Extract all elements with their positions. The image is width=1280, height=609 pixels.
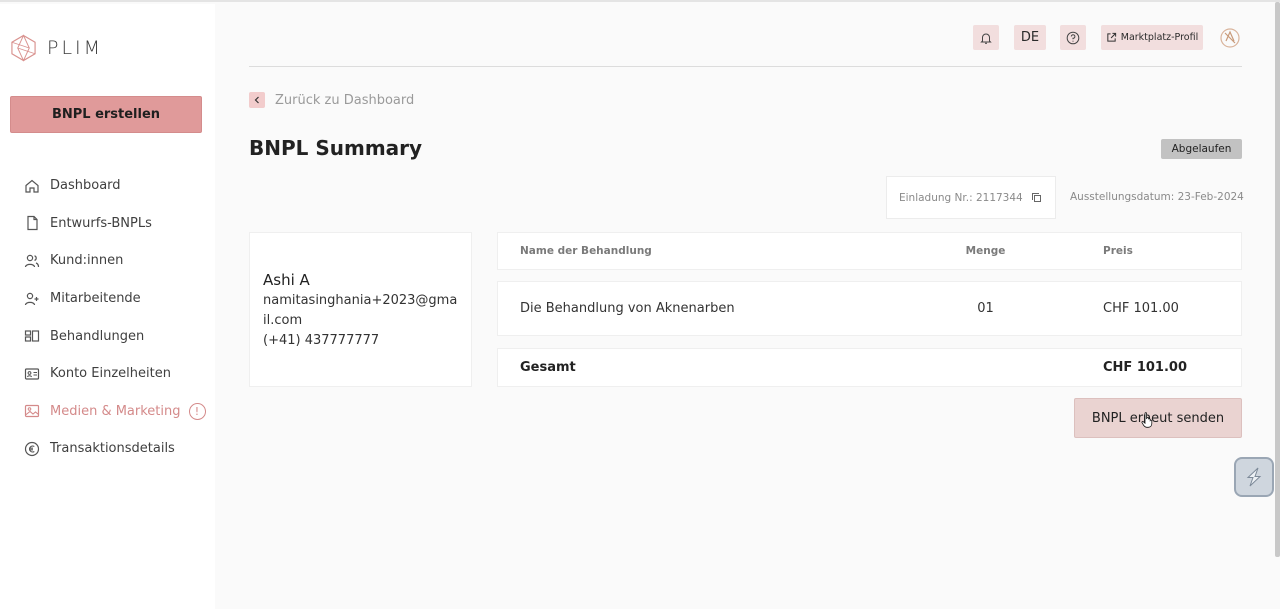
total-value: CHF 101.00 — [1103, 360, 1187, 375]
bell-icon — [980, 33, 992, 44]
avatar[interactable] — [1219, 27, 1241, 49]
sidebar-item-label: Medien & Marketing — [50, 403, 181, 419]
users-icon — [23, 252, 40, 269]
status-badge: Abgelaufen — [1161, 139, 1242, 159]
help-button[interactable] — [1060, 25, 1086, 50]
hand-cursor-icon — [1141, 412, 1153, 428]
issue-date: Ausstellungsdatum: 23-Feb-2024 — [1070, 191, 1244, 203]
back-label: Zurück zu Dashboard — [275, 92, 415, 108]
logo[interactable]: PLIM — [10, 34, 103, 62]
back-to-dashboard-link[interactable]: Zurück zu Dashboard — [249, 92, 414, 108]
invitation-number: Einladung Nr.: 2117344 — [886, 176, 1056, 219]
sidebar-item-media-marketing[interactable]: Medien & Marketing ! — [0, 393, 215, 431]
sidebar-item-label: Kund:innen — [50, 253, 124, 269]
logo-text: PLIM — [47, 37, 104, 59]
sidebar-item-customers[interactable]: Kund:innen — [0, 242, 215, 280]
top-header: DE Marktplatz-Profil — [249, 4, 1242, 67]
invitation-number-text: Einladung Nr.: 2117344 — [899, 191, 1023, 204]
document-icon — [23, 215, 40, 232]
sidebar-item-dashboard[interactable]: Dashboard — [0, 167, 215, 205]
column-header-quantity: Menge — [965, 245, 1006, 257]
user-plus-icon — [23, 290, 40, 307]
sidebar-item-label: Entwurfs-BNPLs — [50, 215, 152, 231]
marketplace-profile-button[interactable]: Marktplatz-Profil — [1101, 25, 1203, 50]
column-header-treatment: Name der Behandlung — [520, 245, 652, 257]
sidebar-item-transactions[interactable]: Transaktionsdetails — [0, 430, 215, 468]
sidebar-item-label: Mitarbeitende — [50, 291, 141, 307]
sidebar: PLIM BNPL erstellen Dashboard Entwurfs-B… — [0, 4, 215, 609]
resend-bnpl-button[interactable]: BNPL erneut senden — [1074, 398, 1242, 438]
floating-assistant-button[interactable] — [1234, 457, 1274, 497]
id-card-icon — [23, 365, 40, 382]
sidebar-nav: Dashboard Entwurfs-BNPLs Kund:innen Mita… — [0, 167, 215, 468]
sidebar-item-account-details[interactable]: Konto Einzelheiten — [0, 355, 215, 393]
plim-logo-icon — [11, 34, 36, 62]
table-header: Name der Behandlung Menge Preis — [497, 232, 1242, 270]
external-link-icon — [1107, 32, 1116, 42]
vertical-scrollbar[interactable] — [1275, 2, 1280, 557]
marketplace-profile-label: Marktplatz-Profil — [1120, 32, 1199, 43]
total-row: Gesamt CHF 101.00 — [497, 348, 1242, 387]
treatment-price: CHF 101.00 — [1103, 301, 1179, 316]
home-icon — [23, 177, 40, 194]
treatment-name: Die Behandlung von Aknenarben — [520, 301, 735, 316]
customer-card: Ashi A namitasinghania+2023@gmail.com (+… — [249, 232, 472, 387]
image-icon — [23, 403, 40, 420]
copy-icon[interactable] — [1031, 192, 1042, 203]
bolt-icon — [1246, 467, 1262, 487]
sidebar-item-label: Dashboard — [50, 178, 121, 194]
warning-icon: ! — [188, 402, 206, 420]
customer-phone: (+41) 437777777 — [263, 333, 380, 348]
language-selector[interactable]: DE — [1014, 25, 1046, 50]
treatment-icon — [23, 328, 40, 345]
customer-name: Ashi A — [263, 271, 310, 289]
column-header-price: Preis — [1103, 245, 1133, 257]
sidebar-item-employees[interactable]: Mitarbeitende — [0, 280, 215, 318]
sidebar-item-label: Transaktionsdetails — [50, 441, 175, 457]
sidebar-item-draft-bnpls[interactable]: Entwurfs-BNPLs — [0, 205, 215, 243]
sidebar-item-label: Konto Einzelheiten — [50, 366, 171, 382]
page-title: BNPL Summary — [249, 136, 423, 160]
table-row: Die Behandlung von Aknenarben 01 CHF 101… — [497, 281, 1242, 336]
treatment-quantity: 01 — [977, 301, 994, 316]
customer-email: namitasinghania+2023@gmail.com — [263, 293, 458, 328]
notifications-button[interactable] — [973, 25, 999, 50]
sidebar-item-label: Behandlungen — [50, 328, 145, 344]
total-label: Gesamt — [520, 360, 576, 375]
sidebar-item-treatments[interactable]: Behandlungen — [0, 317, 215, 355]
chevron-left-icon — [249, 92, 265, 108]
help-icon — [1066, 31, 1080, 44]
create-bnpl-button[interactable]: BNPL erstellen — [10, 96, 202, 133]
euro-icon — [23, 440, 40, 457]
